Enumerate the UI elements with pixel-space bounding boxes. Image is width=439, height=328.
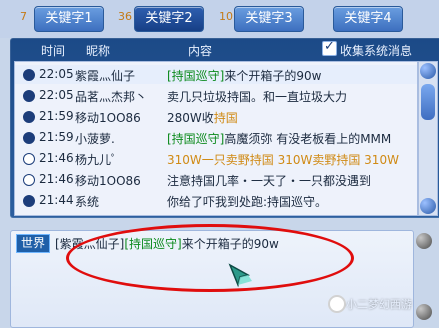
tab-keyword-1[interactable]: 关键字1 (34, 6, 104, 32)
message-time: 21:44 (39, 193, 74, 207)
watermark-text: 小二梦幻西游 (346, 298, 412, 311)
message-marker-icon (23, 132, 35, 144)
table-row[interactable]: 21:59 移动1OO86 280W收持国 (15, 107, 417, 126)
column-header: 时间 昵称 内容 收集系统消息 (10, 38, 439, 60)
message-content: 280W收持国 (167, 109, 238, 126)
table-row[interactable]: 22:05 紫霞灬仙子 [持国巡守]来个开箱子的90w (15, 65, 417, 84)
tab-3-count: 10 (219, 10, 233, 23)
tab-keyword-2[interactable]: 关键字2 (134, 6, 204, 32)
top-tab-bar: 7 关键字1 36 关键字2 10 关键字3 关键字4 (0, 0, 439, 38)
input-scroll-up-icon[interactable] (416, 233, 432, 249)
message-time: 21:46 (39, 172, 74, 186)
col-nick: 昵称 (86, 44, 111, 58)
message-nick[interactable]: 紫霞灬仙子 (75, 67, 135, 84)
message-time: 21:59 (39, 109, 74, 123)
tab-keyword-3[interactable]: 关键字3 (234, 6, 304, 32)
annotation-ellipse (66, 224, 354, 292)
message-nick[interactable]: 系统 (75, 193, 99, 210)
message-content: [持国巡守]高魔须弥 有没老板看上的MMM (167, 130, 391, 147)
message-part: 高魔须弥 有没老板看上的MMM (224, 132, 392, 146)
message-content: 310W一只卖野持国 310W卖野持国 310W (167, 151, 399, 168)
message-marker-icon (23, 174, 35, 186)
scroll-thumb[interactable] (421, 84, 435, 120)
message-part: 280W收 (167, 111, 214, 125)
message-marker-icon (23, 90, 35, 102)
tab-1-count: 7 (20, 10, 27, 23)
message-part: [持国巡守] (167, 69, 225, 83)
col-content: 内容 (188, 44, 213, 58)
tab-2-count: 36 (118, 10, 132, 23)
message-marker-icon (23, 195, 35, 207)
message-nick[interactable]: 移动1OO86 (75, 109, 141, 126)
world-channel-tag[interactable]: 世界 (16, 234, 51, 253)
message-content: 你给了吓我到处跑:持国巡守。 (167, 193, 327, 210)
message-list: 22:05 紫霞灬仙子 [持国巡守]来个开箱子的90w 22:05 品茗灬杰邦丶 卖几只垃… (14, 61, 418, 216)
message-content: 注意持国几率・一天了・一只都没遇到 (167, 172, 371, 189)
message-panel: 时间 昵称 内容 收集系统消息 22:05紫霞灬仙子[持国巡守]来个开箱子的90… (10, 38, 439, 218)
message-part: 持国 (213, 111, 238, 125)
message-marker-icon (23, 153, 35, 165)
message-time: 22:05 (39, 88, 74, 102)
input-scroll-down-icon[interactable] (416, 304, 432, 320)
message-nick[interactable]: 移动1OO86 (75, 172, 141, 189)
cursor-icon (228, 263, 252, 288)
message-time: 21:59 (39, 130, 74, 144)
table-row[interactable]: 21:46 杨九儿ﾟ 310W一只卖野持国 310W卖野持国 310W (15, 149, 417, 168)
message-part: 你给了吓我到处跑:持国巡守。 (167, 195, 328, 209)
message-nick[interactable]: 杨九儿ﾟ (75, 151, 117, 168)
message-part: 310W一只卖野持国 310W卖野持国 310W (167, 153, 399, 167)
col-time: 时间 (41, 44, 66, 58)
collect-system-checkbox[interactable] (322, 39, 337, 56)
table-row[interactable]: 21:46 移动1OO86 注意持国几率・一天了・一只都没遇到 (15, 170, 417, 189)
table-row[interactable]: 21:59 小菠萝. [持国巡守]高魔须弥 有没老板看上的MMM (15, 128, 417, 147)
message-time: 22:05 (39, 67, 74, 81)
message-content: [持国巡守]来个开箱子的90w (167, 67, 321, 84)
table-row[interactable]: 22:05 品茗灬杰邦丶 卖几只垃圾持国。和一直垃圾大力 (15, 86, 417, 105)
message-part: 卖几只垃圾持国。和一直垃圾大力 (167, 90, 348, 104)
scroll-up-icon[interactable] (420, 63, 436, 79)
message-part: 来个开箱子的90w (224, 69, 322, 83)
input-scrollbar[interactable] (414, 230, 434, 326)
message-time: 21:46 (39, 151, 74, 165)
collect-system-label: 收集系统消息 (340, 44, 413, 58)
message-content: 卖几只垃圾持国。和一直垃圾大力 (167, 88, 347, 105)
message-marker-icon (23, 111, 35, 123)
watermark-logo-icon (328, 295, 346, 313)
tab-keyword-4[interactable]: 关键字4 (333, 6, 403, 32)
scroll-down-icon[interactable] (420, 198, 436, 214)
message-part: [持国巡守] (167, 132, 225, 146)
message-nick[interactable]: 小菠萝. (75, 130, 115, 147)
message-part: 注意持国几率・一天了・一只都没遇到 (167, 174, 372, 188)
message-nick[interactable]: 品茗灬杰邦丶 (75, 88, 147, 105)
message-scrollbar[interactable] (418, 61, 438, 216)
table-row[interactable]: 21:44 系统 你给了吓我到处跑:持国巡守。 (15, 191, 417, 210)
message-marker-icon (23, 69, 35, 81)
